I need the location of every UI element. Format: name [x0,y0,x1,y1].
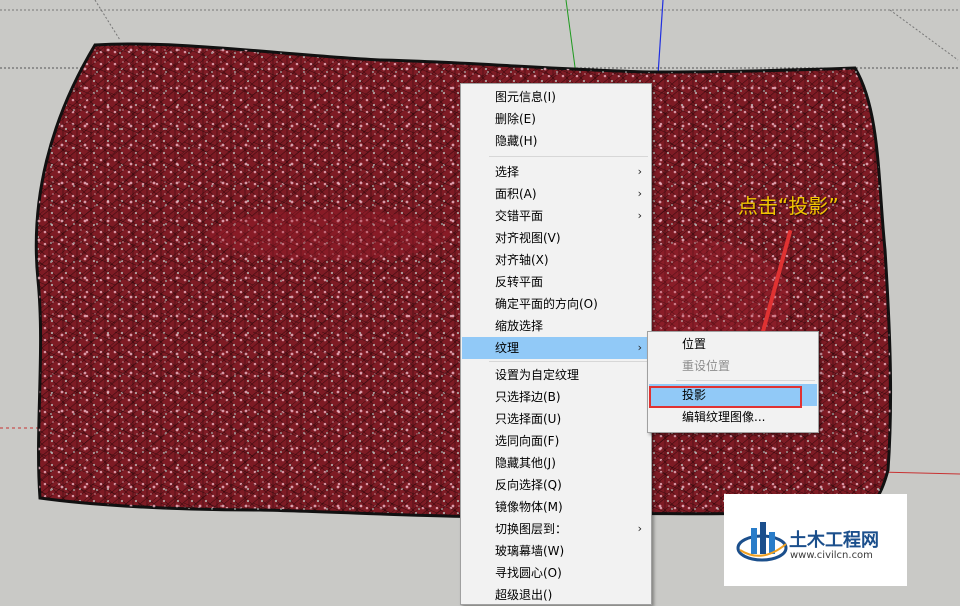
menu-item[interactable]: 只选择边(B) [462,386,650,408]
texture-submenu: 位置 重设位置 投影 编辑纹理图像... [647,331,819,433]
menu-item-label: 只选择面(U) [495,412,562,426]
menu-item[interactable]: 确定平面的方向(O) [462,293,650,315]
menu-item[interactable]: 删除(E) [462,108,650,130]
submenu-item[interactable]: 位置 [649,333,817,355]
menu-item-label: 确定平面的方向(O) [495,297,598,311]
civil-engineering-logo-icon [736,522,788,562]
watermark-logo: 土木工程网 www.civilcn.com [724,494,907,586]
chevron-right-icon: › [637,187,642,200]
chevron-right-icon: › [637,209,642,222]
menu-item-label: 隐藏(H) [495,134,538,148]
menu-item-label: 选同向面(F) [495,434,560,448]
menu-item-label: 反向选择(Q) [495,478,562,492]
menu-item[interactable]: 交错平面 › [462,205,650,227]
menu-item[interactable]: 面积(A) › [462,183,650,205]
menu-item[interactable]: 切换图层到： › [462,518,650,540]
menu-item-label: 切换图层到： [495,522,568,536]
menu-item[interactable]: 反向选择(Q) [462,474,650,496]
menu-separator [489,156,648,157]
menu-separator [676,380,815,381]
menu-item-label: 反转平面 [495,275,544,289]
menu-item-label: 缩放选择 [495,319,544,333]
submenu-item-label: 位置 [682,337,707,351]
menu-item-label: 交错平面 [495,209,544,223]
menu-item-label: 超级退出() [495,588,553,602]
menu-item-label: 纹理 [495,341,520,355]
menu-item-label: 面积(A) [495,187,537,201]
menu-item[interactable]: 缩放选择 [462,315,650,337]
menu-item[interactable]: 寻找圆心(O) [462,562,650,584]
highlight-callout-box [649,386,802,408]
menu-item[interactable]: 反转平面 [462,271,650,293]
annotation-text: 点击“投影” [738,194,839,218]
submenu-item[interactable]: 编辑纹理图像... [649,406,817,428]
menu-item-label: 玻璃幕墙(W) [495,544,565,558]
menu-item-label: 删除(E) [495,112,536,126]
submenu-item: 重设位置 [649,355,817,377]
chevron-right-icon: › [637,522,642,535]
menu-item[interactable]: 隐藏其他(J) [462,452,650,474]
menu-item[interactable]: 设置为自定纹理 [462,364,650,386]
submenu-item-label: 编辑纹理图像... [682,410,766,424]
menu-item[interactable]: 镜像物体(M) [462,496,650,518]
chevron-right-icon: › [637,165,642,178]
menu-item-label: 寻找圆心(O) [495,566,562,580]
menu-item[interactable]: 隐藏(H) [462,130,650,152]
menu-item[interactable]: 选择 › [462,161,650,183]
menu-item-label: 图元信息(I) [495,90,556,104]
menu-item[interactable]: 纹理 › [462,337,650,359]
menu-item[interactable]: 对齐轴(X) [462,249,650,271]
menu-item-label: 对齐轴(X) [495,253,549,267]
menu-item[interactable]: 超级退出() [462,584,650,606]
watermark-url: www.civilcn.com [790,550,873,561]
menu-item-label: 选择 [495,165,520,179]
menu-item[interactable]: 只选择面(U) [462,408,650,430]
menu-item[interactable]: 图元信息(I) [462,86,650,108]
menu-item[interactable]: 选同向面(F) [462,430,650,452]
submenu-item-label: 重设位置 [682,359,731,373]
chevron-right-icon: › [637,341,642,354]
watermark-title: 土木工程网 [789,530,879,551]
menu-item-label: 对齐视图(V) [495,231,561,245]
menu-item[interactable]: 对齐视图(V) [462,227,650,249]
menu-item-label: 隐藏其他(J) [495,456,556,470]
context-menu: 图元信息(I) 删除(E) 隐藏(H) 选择 › 面积(A) › 交错平面 › 对齐视图(V) 对齐… [460,83,652,605]
menu-separator [489,361,648,362]
menu-item-label: 设置为自定纹理 [495,368,580,382]
menu-item-label: 只选择边(B) [495,390,561,404]
menu-item-label: 镜像物体(M) [495,500,563,514]
menu-item[interactable]: 玻璃幕墙(W) [462,540,650,562]
